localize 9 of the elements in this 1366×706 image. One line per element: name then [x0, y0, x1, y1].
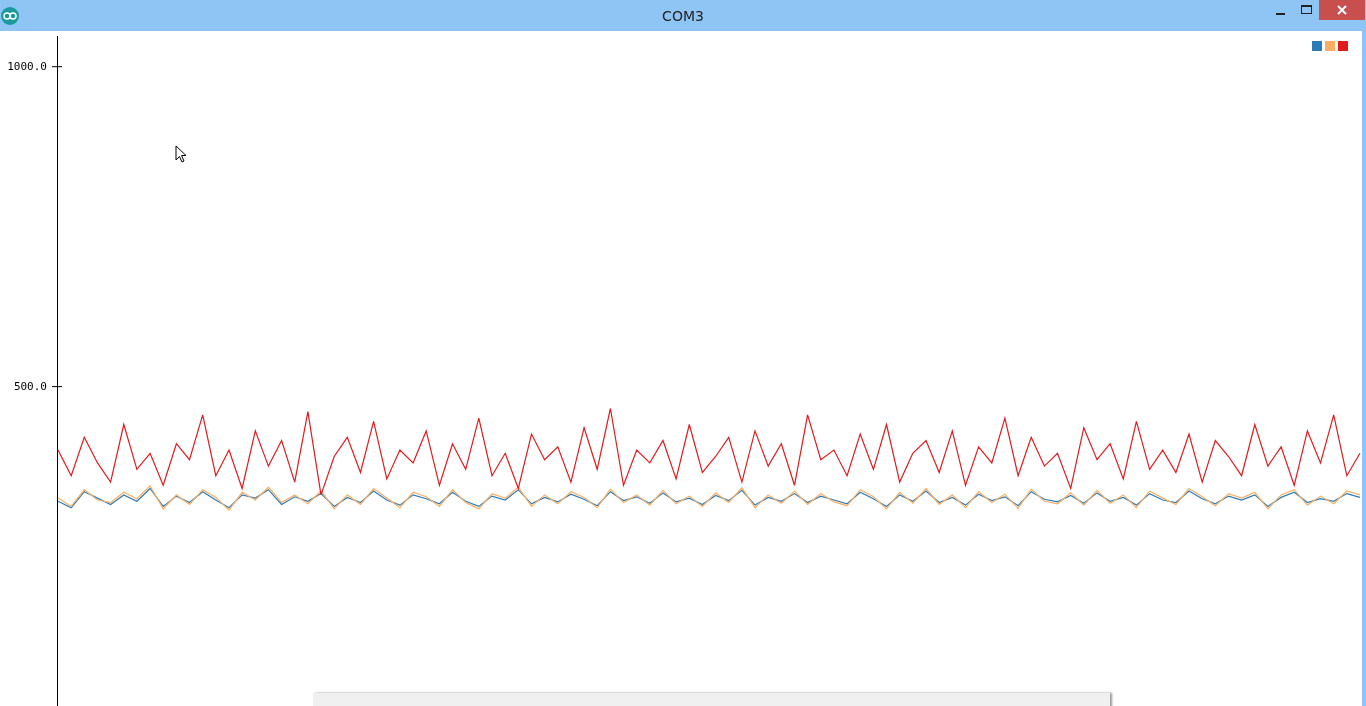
close-button[interactable]	[1319, 0, 1365, 20]
maximize-icon	[1300, 5, 1312, 15]
pointer-icon	[175, 145, 187, 164]
logo-icon	[1, 6, 19, 25]
minimize-icon	[1275, 12, 1285, 15]
tick-label: 1000.0	[7, 60, 47, 74]
window-title: COM3	[662, 7, 704, 24]
close-icon	[1337, 5, 1347, 15]
tick-label: 500.0	[13, 380, 47, 394]
